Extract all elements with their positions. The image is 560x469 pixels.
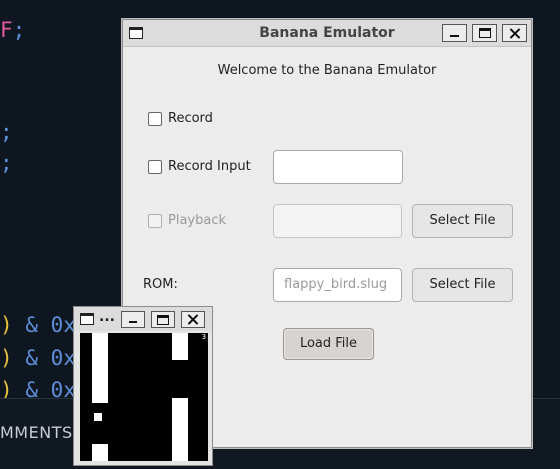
playback-file-field[interactable] xyxy=(273,204,402,238)
code-paren: ) xyxy=(0,313,13,337)
playback-label: Playback xyxy=(168,213,227,228)
record-input-label[interactable]: Record Input xyxy=(168,159,251,174)
rom-select-file-button[interactable]: Select File xyxy=(412,268,513,302)
code-line: ; xyxy=(0,151,13,175)
close-button[interactable] xyxy=(181,311,205,328)
record-label[interactable]: Record xyxy=(168,111,213,126)
code-text: & 0x xyxy=(25,313,76,337)
load-file-label: Load File xyxy=(299,336,358,351)
code-line: F; xyxy=(0,20,25,41)
rom-path-text: flappy_bird.slug xyxy=(284,277,388,292)
playback-select-file-button[interactable]: Select File xyxy=(412,204,513,238)
record-input-checkbox[interactable] xyxy=(148,160,162,174)
load-file-button[interactable]: Load File xyxy=(283,328,374,360)
pipe-top xyxy=(92,333,108,403)
pipe-top xyxy=(172,333,188,360)
pipe-bottom xyxy=(172,398,188,461)
window-title: Banana Emulator xyxy=(259,25,395,41)
select-file-label: Select File xyxy=(429,277,496,292)
bird xyxy=(94,413,102,421)
game-window-title: ... xyxy=(99,309,115,325)
code-line: ) & 0x xyxy=(0,348,76,369)
code-semicolon: ; xyxy=(12,18,26,42)
maximize-button[interactable] xyxy=(472,24,497,42)
select-file-label: Select File xyxy=(429,213,496,228)
window-icon[interactable] xyxy=(80,313,94,325)
record-input-field[interactable] xyxy=(273,150,403,184)
playback-checkbox[interactable] xyxy=(148,214,162,228)
rom-label: ROM: xyxy=(143,277,178,292)
code-text: & 0x xyxy=(25,346,76,370)
rom-path-field[interactable]: flappy_bird.slug xyxy=(273,268,402,302)
title-bar[interactable]: Banana Emulator xyxy=(123,20,531,47)
code-keyword: F xyxy=(0,18,13,42)
game-screen[interactable]: 3 xyxy=(80,333,208,461)
minimize-button[interactable] xyxy=(121,311,145,328)
maximize-button[interactable] xyxy=(151,311,175,328)
game-window: ... 3 xyxy=(73,306,213,466)
close-button[interactable] xyxy=(502,24,527,42)
comments-tab[interactable]: MMENTS xyxy=(0,423,73,442)
pipe-bottom xyxy=(92,444,108,461)
score-counter: 3 xyxy=(201,333,206,341)
welcome-text: Welcome to the Banana Emulator xyxy=(217,63,437,78)
code-paren: ) xyxy=(0,346,13,370)
record-checkbox[interactable] xyxy=(148,112,162,126)
code-line: ; xyxy=(0,120,13,144)
game-title-bar[interactable]: ... xyxy=(74,307,212,331)
code-line: ) & 0x xyxy=(0,315,76,336)
minimize-button[interactable] xyxy=(442,24,467,42)
